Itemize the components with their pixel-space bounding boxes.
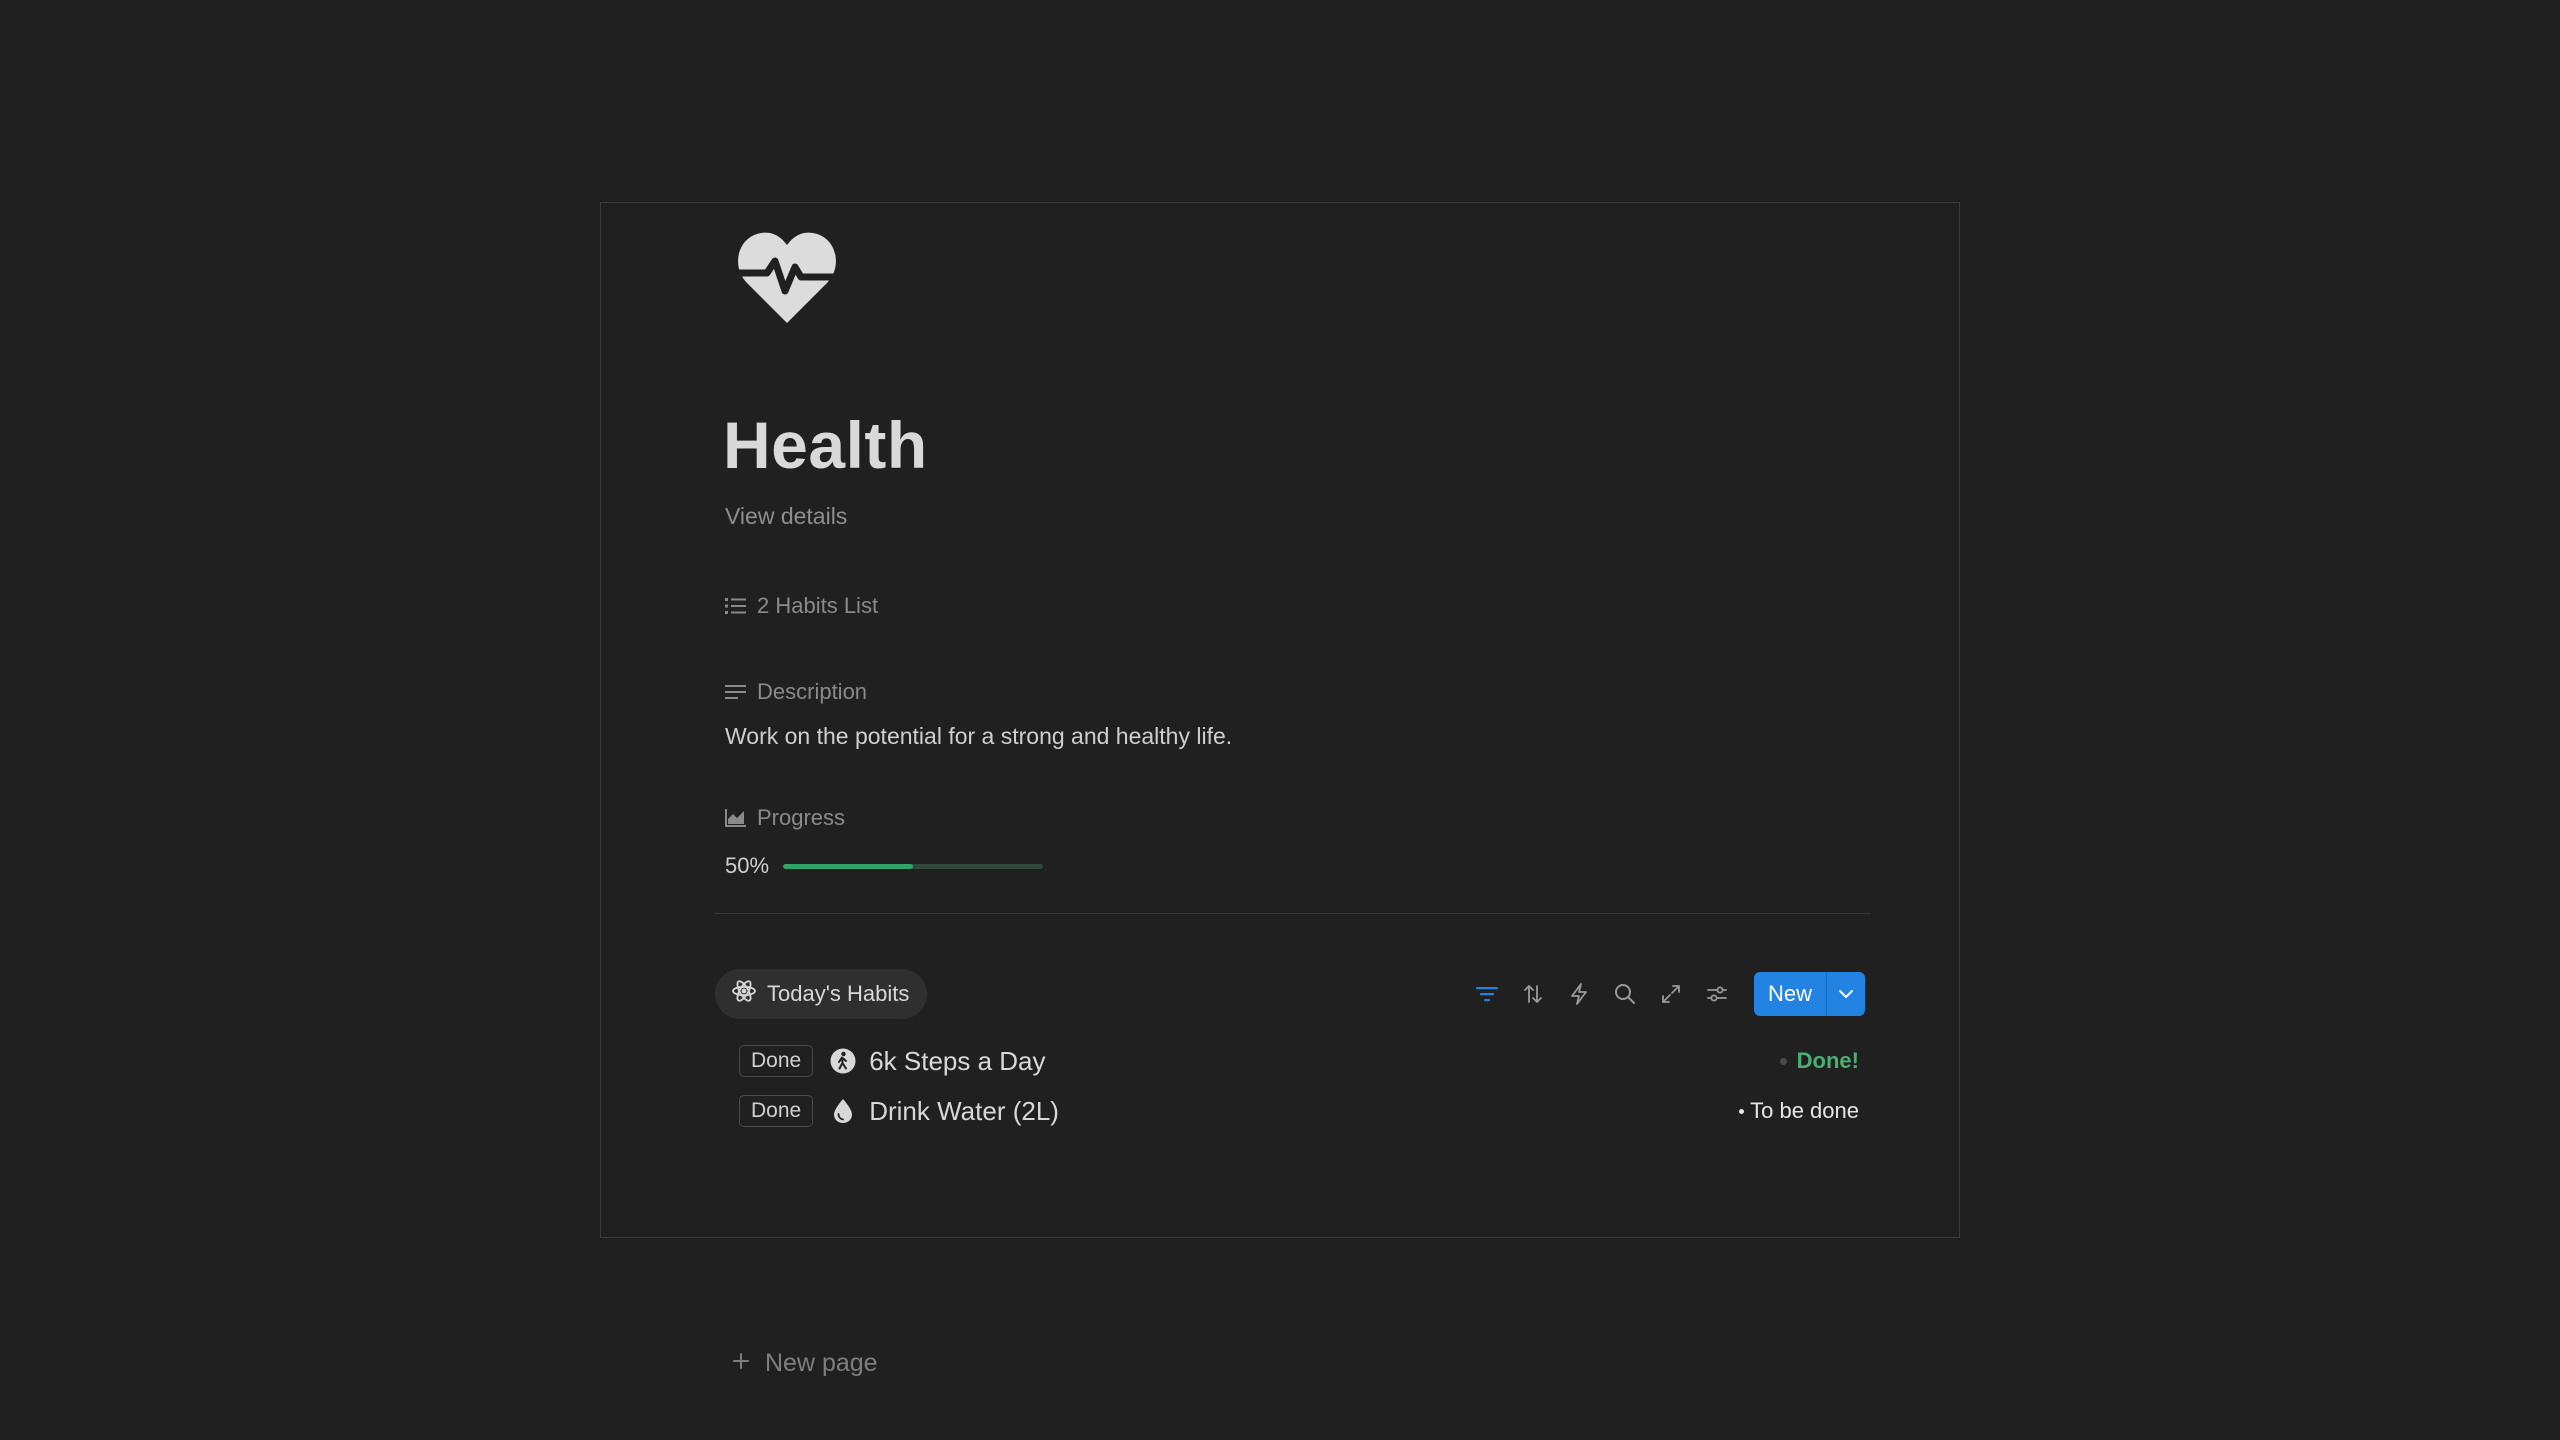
habit-name[interactable]: Drink Water (2L)	[869, 1096, 1059, 1127]
new-button[interactable]: New	[1754, 972, 1826, 1016]
done-button[interactable]: Done	[739, 1095, 814, 1127]
divider	[715, 913, 1871, 914]
new-page-button[interactable]: New page	[731, 1349, 878, 1378]
view-details-link[interactable]: View details	[725, 503, 847, 530]
progress-label: Progress	[757, 805, 846, 830]
chart-icon	[725, 808, 747, 828]
lightning-icon[interactable]	[1556, 971, 1602, 1017]
settings-sliders-icon[interactable]	[1694, 971, 1740, 1017]
progress-bar-fill	[783, 863, 914, 869]
status-badge: Done!	[1779, 1048, 1859, 1074]
list-item[interactable]: Done 6k Steps a Day Done!	[739, 1039, 1859, 1083]
chevron-down-icon[interactable]	[1827, 972, 1865, 1016]
atom-icon	[731, 978, 757, 1010]
new-page-label: New page	[765, 1349, 878, 1377]
tab-label: Today's Habits	[767, 981, 910, 1006]
progress-value: 50%	[725, 853, 1044, 879]
progress-percent: 50%	[725, 853, 770, 878]
status-badge: To be done	[1739, 1098, 1859, 1124]
tab-todays-habits[interactable]: Today's Habits	[715, 969, 928, 1019]
plus-icon	[731, 1349, 751, 1378]
expand-icon[interactable]	[1648, 971, 1694, 1017]
description-property-label: Description	[725, 679, 867, 705]
progress-property-label: Progress	[725, 805, 845, 831]
text-lines-icon	[725, 682, 747, 702]
progress-bar	[783, 863, 1044, 869]
status-dot	[1739, 1108, 1745, 1114]
water-drop-icon	[829, 1097, 857, 1125]
description-label: Description	[757, 679, 868, 704]
walking-person-icon	[829, 1047, 857, 1075]
status-text: To be done	[1750, 1098, 1859, 1123]
filter-icon[interactable]	[1464, 971, 1510, 1017]
list-item[interactable]: Done Drink Water (2L) To be done	[739, 1089, 1859, 1133]
relation-text: 2 Habits List	[757, 593, 879, 618]
search-icon[interactable]	[1602, 971, 1648, 1017]
status-text: Done!	[1796, 1048, 1859, 1073]
list-icon	[725, 596, 747, 616]
new-button-group: New	[1753, 972, 1865, 1016]
database-toolbar: New	[1464, 971, 1865, 1017]
description-value[interactable]: Work on the potential for a strong and h…	[725, 723, 1232, 750]
page-title[interactable]: Health	[723, 407, 928, 483]
relation-property[interactable]: 2 Habits List	[725, 593, 878, 619]
status-dot	[1779, 1057, 1787, 1065]
habit-name[interactable]: 6k Steps a Day	[869, 1046, 1045, 1077]
done-button[interactable]: Done	[739, 1045, 814, 1077]
sort-icon[interactable]	[1510, 971, 1556, 1017]
heart-pulse-icon[interactable]	[735, 227, 839, 327]
page-card: Health View details 2 Habits List Descri…	[600, 202, 1960, 1377]
